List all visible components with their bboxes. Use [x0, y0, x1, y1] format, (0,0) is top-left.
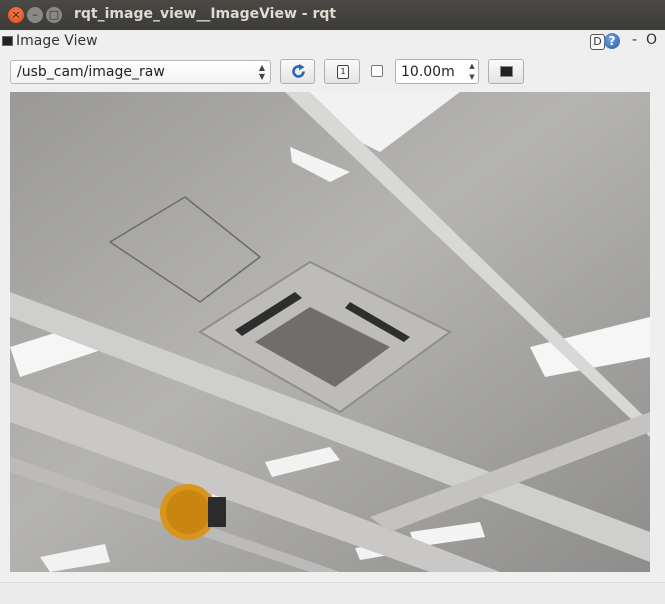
dock-title-bar [0, 30, 665, 54]
title-bar: × – □ rqt_image_view__ImageView - rqt [0, 0, 665, 30]
timeout-spinbox[interactable]: 10.00m ▲ ▼ [395, 59, 479, 84]
dock-close-button[interactable]: O [646, 32, 657, 48]
dock-d-button[interactable]: D [590, 34, 605, 50]
topic-select-value: /usb_cam/image_raw [17, 64, 165, 80]
dock-minimize-button[interactable]: - [632, 32, 637, 48]
minimize-window-button[interactable]: – [27, 7, 43, 23]
spin-down-icon[interactable]: ▼ [466, 72, 478, 82]
mouse-pick-button[interactable]: 1 [324, 59, 360, 84]
dock-title: Image View [16, 33, 98, 49]
status-bar [0, 582, 665, 604]
camera-image-view[interactable] [10, 92, 650, 572]
timeout-value: 10.00m [401, 64, 455, 80]
refresh-icon [292, 64, 305, 78]
camera-frame-image [10, 92, 650, 572]
maximize-window-button[interactable]: □ [46, 7, 62, 23]
topic-select[interactable]: /usb_cam/image_raw ▲ ▼ [10, 60, 271, 84]
window-title: rqt_image_view__ImageView - rqt [74, 6, 337, 22]
smooth-scaling-checkbox[interactable] [371, 65, 383, 77]
spin-up-icon[interactable]: ▲ [466, 61, 478, 71]
save-image-button[interactable] [488, 59, 524, 84]
dock-widget-icon [2, 36, 13, 46]
combo-arrows-icon: ▲ ▼ [258, 63, 265, 81]
save-image-icon [500, 66, 513, 77]
close-window-button[interactable]: × [8, 7, 24, 23]
help-icon[interactable]: ? [604, 33, 620, 49]
mouse-pick-icon: 1 [337, 65, 349, 79]
refresh-topics-button[interactable] [280, 59, 315, 84]
